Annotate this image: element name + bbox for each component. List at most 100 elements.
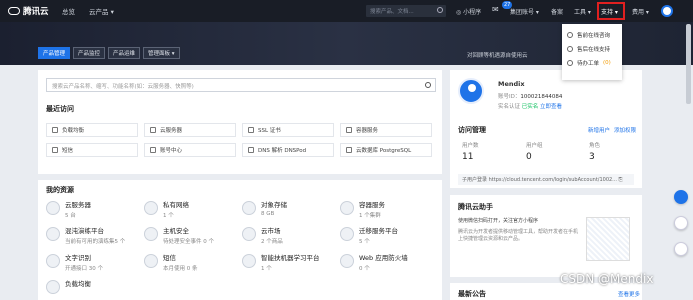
resource-item[interactable]: 负载均衡 [46,278,136,298]
resource-item[interactable]: 云市场 2 个商品 [242,225,332,245]
search-icon [425,82,431,88]
resource-item[interactable]: 混沌演练平台 当前有可用的演练集5 个 [46,225,136,245]
aftersales-support-item[interactable]: 售后在线支持 [562,42,622,56]
resource-item[interactable]: 主机安全 待处理安全事件 0 个 [144,225,234,245]
search-placeholder: 搜索产品、文档... [370,9,414,15]
resource-item[interactable]: 私有网络 1 个 [144,199,234,219]
product-search-input[interactable]: 搜索云产品名称、缩写、功能名称(如：云服务器、快照等) [46,78,436,92]
billing-menu[interactable]: 费用 ▾ [632,7,649,16]
pending-tickets-item[interactable]: 待办工单 (0) [562,56,622,70]
filing-link[interactable]: 备案 [551,7,563,16]
chaos-icon [46,227,60,241]
resource-item[interactable]: 对象存储 8 GB [242,199,332,219]
banner-text: 对回顾等机遇源自使用云 [467,53,528,59]
assistant-line1: 使用微信扫码打开，关注官方小程序 [458,218,539,224]
recent-item[interactable]: 云数据库 PostgreSQL [340,143,432,157]
scrollbar[interactable] [686,24,691,104]
ocr-icon [46,254,60,268]
tab-management-panel[interactable]: 管理面板 ▾ [143,47,180,59]
postgresql-icon [346,147,352,153]
cvm-icon [150,127,156,133]
mail-icon[interactable]: ✉ [492,5,499,14]
product-search-placeholder: 搜索云产品名称、缩写、功能名称(如：云服务器、快照等) [52,84,194,90]
recent-item[interactable]: 容器服务 [340,123,432,137]
recent-item[interactable]: DNS 解析 DNSPod [242,143,334,157]
subaccount-url-row[interactable]: 子用户登录 https://cloud.tencent.com/login/su… [458,174,634,185]
resource-item[interactable]: 迁移服务平台 5 个 [340,225,430,245]
support-dropdown: 售前在线咨询 售后在线支持 待办工单 (0) [562,24,622,80]
watermark: CSDN @Mendix [560,272,654,286]
presales-consult-item[interactable]: 售前在线咨询 [562,28,622,42]
sms-icon [52,147,58,153]
resource-item[interactable]: Web 应用防火墙 0 个 [340,252,430,272]
container-icon [340,201,354,215]
assistant-line2: 腾讯云为开发者提供移动管理工具，帮助开发者在手机上快捷管理云资源和云产品。 [458,229,579,242]
ssl-icon [248,127,254,133]
recent-item[interactable]: 负载均衡 [46,123,138,137]
container-icon [346,127,352,133]
vpc-icon [144,201,158,215]
logo[interactable]: 腾讯云 [8,5,56,17]
recent-title: 最近访问 [46,105,74,113]
resource-item[interactable]: 文字识别 开通接口 30 个 [46,252,136,272]
recent-card: 搜索云产品名称、缩写、功能名称(如：云服务器、快照等) 最近访问 负载均衡 云服… [38,70,442,174]
clock-icon [567,60,573,66]
stat-users[interactable]: 用户数 11 [462,141,479,162]
resource-item[interactable]: 容器服务 1 个集群 [340,199,430,219]
clb-icon [52,127,58,133]
migration-icon [340,227,354,241]
headset-icon [567,46,573,52]
cos-icon [242,201,256,215]
tab-product-ops[interactable]: 产品运维 [108,47,141,59]
recent-item[interactable]: 短信 [46,143,138,157]
notice-title: 最新公告 [458,290,486,298]
mini-program-link[interactable]: ◎ 小程序 [456,7,481,16]
account-id-row: 账号ID：100021844084 [498,94,563,100]
user-avatar-large [458,78,484,104]
resource-item[interactable]: 短信 本月使用 0 条 [144,252,234,272]
tab-product-management[interactable]: 产品管理 [38,47,71,59]
book-icon[interactable] [673,216,688,230]
console-tabs: 产品管理 产品监控 产品运维 管理面板 ▾ [38,47,180,59]
ml-icon [242,254,256,268]
resource-item[interactable]: 智能扶机器学习平台 1 个 [242,252,332,272]
tab-product-monitoring[interactable]: 产品监控 [73,47,106,59]
waf-icon [340,254,354,268]
access-title: 访问管理 [458,126,486,134]
shield-icon [144,227,158,241]
sms-icon [144,254,158,268]
add-user-link[interactable]: 新增用户 [588,126,610,134]
nav-products[interactable]: 云产品 ▾ [89,6,114,16]
support-highlight-box [597,2,625,20]
add-permission-link[interactable]: 添加权限 [614,126,636,134]
account-icon [150,147,156,153]
customer-service-icon[interactable] [673,190,688,204]
cloud-logo-icon [8,7,20,15]
group-account-menu[interactable]: 集团账号 ▾ [510,7,539,16]
view-link[interactable]: 立即查看 [540,104,562,110]
user-icon [567,32,573,38]
top-search-input[interactable]: 搜索产品、文档... [366,5,446,17]
market-icon [242,227,256,241]
menu-icon[interactable] [673,242,688,256]
tools-menu[interactable]: 工具 ▾ [574,7,591,16]
search-icon [437,7,443,13]
nav-overview[interactable]: 总览 [62,6,75,16]
cvm-icon [46,201,60,215]
copy-icon[interactable]: ⎘ [619,177,623,183]
user-avatar[interactable] [661,5,673,17]
assistant-title: 腾讯云助手 [458,203,493,211]
stat-roles[interactable]: 角色 3 [589,141,600,162]
assistant-card: 腾讯云助手 使用微信扫码打开，关注官方小程序 腾讯云为开发者提供移动管理工具，帮… [450,195,642,277]
notice-more-link[interactable]: 查看更多 [618,290,640,298]
recent-item[interactable]: 云服务器 [144,123,236,137]
recent-item[interactable]: 账号中心 [144,143,236,157]
recent-item[interactable]: SSL 证书 [242,123,334,137]
dns-icon [248,147,254,153]
user-name: Mendix [498,80,525,88]
user-card: Mendix 账号ID：100021844084 实名认证 已实名 立即查看 访… [450,70,642,188]
resource-item[interactable]: 云服务器 5 台 [46,199,136,219]
resources-title: 我的资源 [46,186,74,194]
right-rail [668,190,693,256]
stat-groups[interactable]: 用户组 0 [526,141,543,162]
